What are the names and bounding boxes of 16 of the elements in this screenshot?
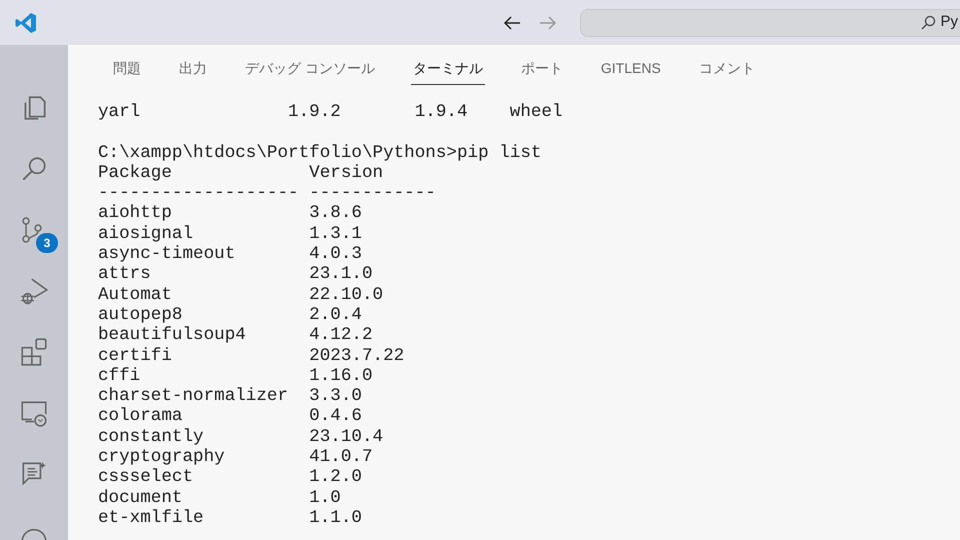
search-icon <box>920 14 936 30</box>
panel-tab[interactable]: デバッグ コンソール <box>243 52 377 85</box>
panel-tab[interactable]: ターミナル <box>410 52 485 85</box>
terminal-output: C:\xampp\htdocs\Portfolio\Pythons>pip list Package Version ------------------- ------------ aiohttp 3.8.6 aiosignal 1.3.1 async-timeout 4.0.3 attrs 23.1.0 Automat 22.10.0 autopep8 2.0.4 beautifulsoup4 4.12.2 certifi 2023.7.22 cffi 1.16.0 charset-normalizer 3.3.0 colorama 0.4.6 constantly 23.10.4 cryptography 41.0.7 cssselect 1.2.0 document 1.0 et-xmlfile 1.1.0 <box>98 142 542 528</box>
app-logo-icon <box>14 10 38 34</box>
forward-arrow-icon[interactable] <box>538 14 558 30</box>
run-debug-icon[interactable] <box>18 276 50 306</box>
panel-tab[interactable]: 出力 <box>177 52 209 85</box>
back-arrow-icon[interactable] <box>502 14 522 30</box>
panel-tab[interactable]: 問題 <box>111 52 143 85</box>
terminal-output: yarl 1.9.2 1.9.4 wheel <box>98 102 563 122</box>
panel-tab[interactable]: GITLENS <box>598 52 663 85</box>
panel-tab[interactable]: ポート <box>518 52 565 85</box>
panel-tab[interactable]: コメント <box>696 52 757 85</box>
count-badge: 3 <box>36 233 58 253</box>
search-field[interactable]: Py <box>580 8 960 36</box>
